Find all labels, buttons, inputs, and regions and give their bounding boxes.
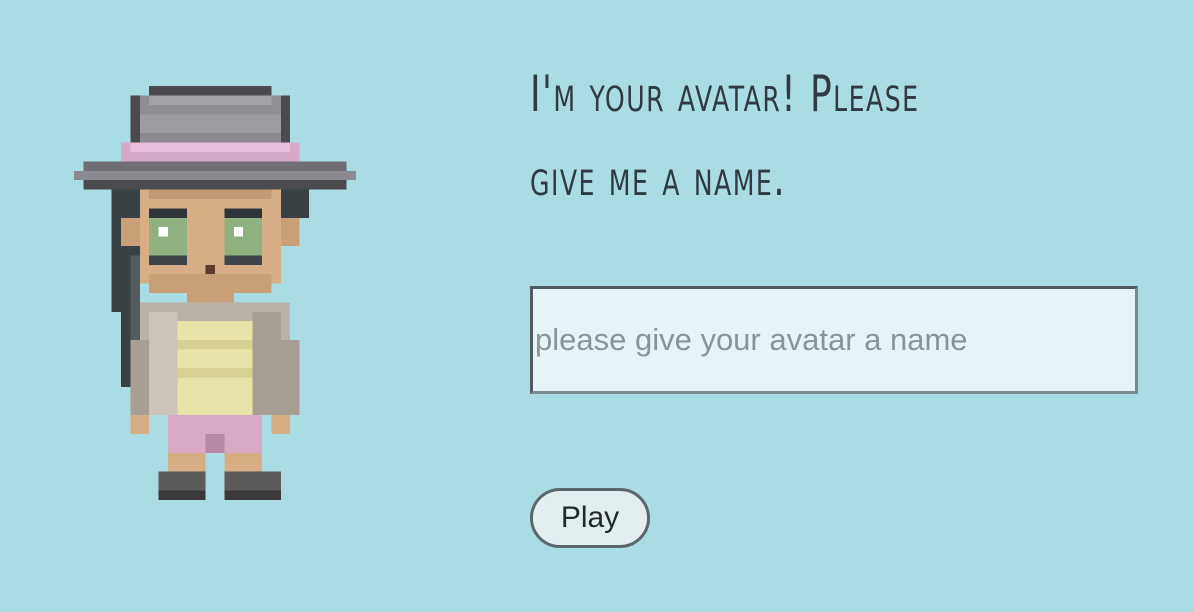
page-title: I'm your avatar! Please give me a name. [530,52,976,220]
avatar-sprite [74,86,356,500]
avatar-icon [74,86,356,500]
avatar-naming-screen: I'm your avatar! Please give me a name. … [0,0,1194,612]
title-line-2: give me a name. [530,149,787,207]
avatar-name-input[interactable] [530,286,1138,394]
title-line-1: I'm your avatar! Please [530,65,920,123]
play-button[interactable]: Play [530,488,650,548]
